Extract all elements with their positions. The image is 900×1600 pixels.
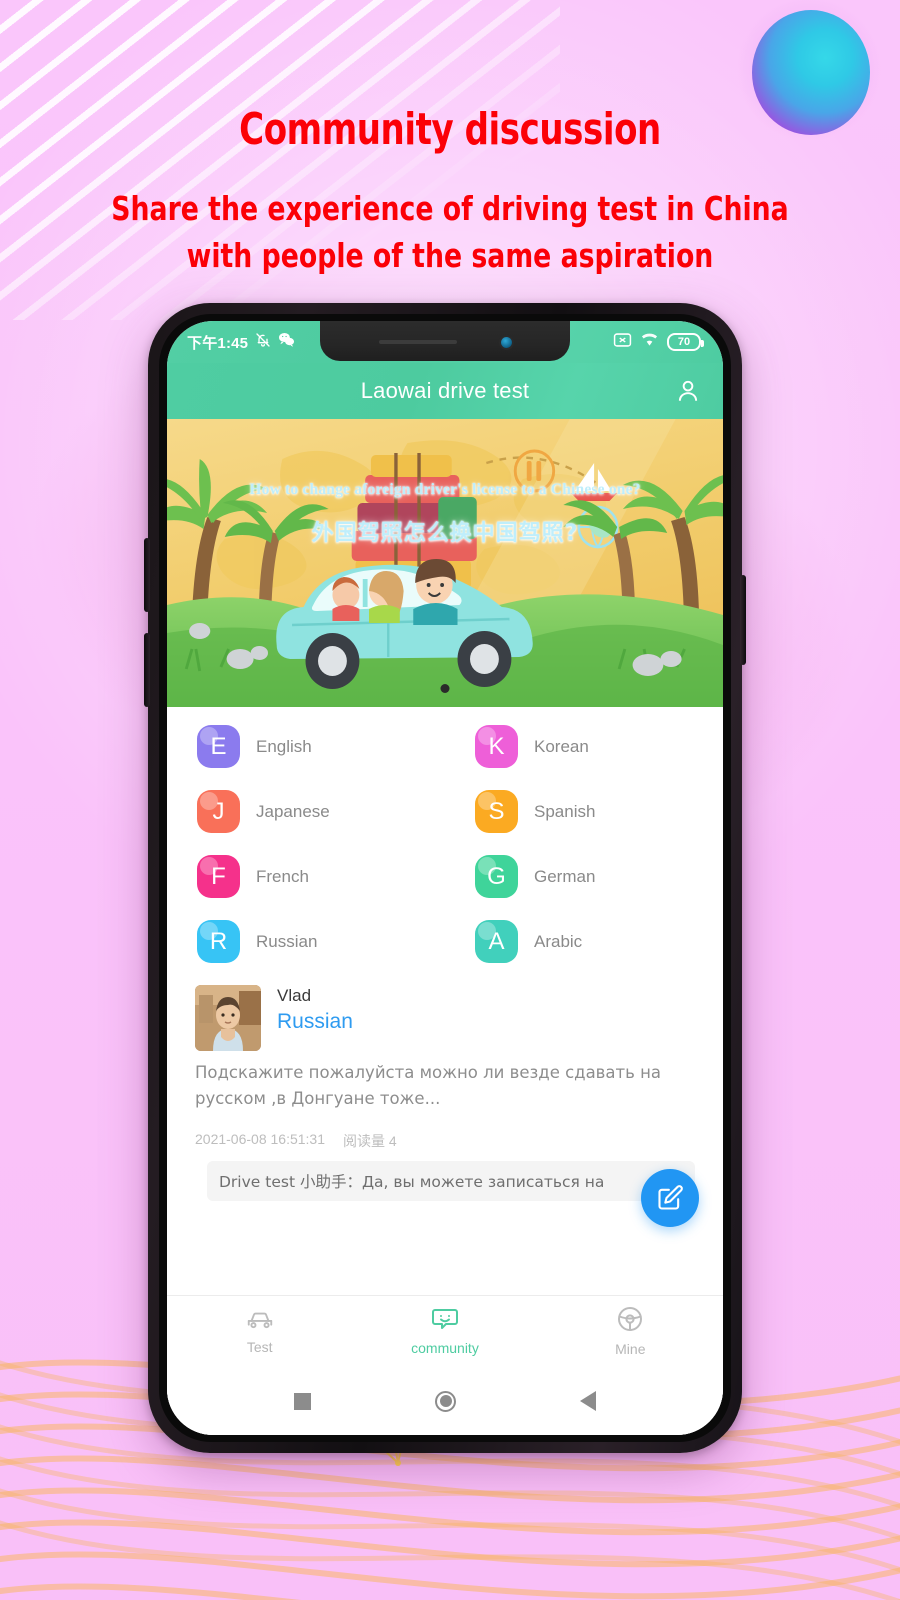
triangle-left-icon[interactable] <box>580 1391 596 1411</box>
language-icon-japanese: J <box>197 790 240 833</box>
wifi-icon <box>640 332 659 352</box>
post-card[interactable]: Vlad Russian Подскажите пожалуйста можно… <box>167 969 723 1228</box>
language-label-korean: Korean <box>534 736 589 756</box>
language-item-russian[interactable]: R Russian <box>167 920 445 963</box>
post-views: 阅读量 4 <box>343 1133 397 1150</box>
language-grid: E English K Korean J Japanese S Spanish <box>167 707 723 969</box>
battery-indicator: 70 <box>667 333 704 351</box>
person-icon[interactable] <box>675 378 701 404</box>
compose-edit-icon[interactable] <box>641 1169 699 1228</box>
language-icon-russian: R <box>197 920 240 963</box>
post-timestamp: 2021-06-08 16:51:31 <box>195 1131 325 1148</box>
wechat-icon <box>278 332 295 352</box>
post-language-tag[interactable]: Russian <box>277 1010 695 1034</box>
language-item-arabic[interactable]: A Arabic <box>445 920 723 963</box>
steering-wheel-icon <box>617 1306 643 1337</box>
language-item-spanish[interactable]: S Spanish <box>445 790 723 833</box>
language-item-german[interactable]: G German <box>445 855 723 898</box>
phone-mockup: 下午1:45 70 Laowai drive test How to chang… <box>144 303 746 1453</box>
tab-label-mine: Mine <box>615 1341 646 1357</box>
tab-label-community: community <box>411 1340 479 1356</box>
language-label-russian: Russian <box>256 931 318 951</box>
language-icon-arabic: A <box>475 920 518 963</box>
language-item-french[interactable]: F French <box>167 855 445 898</box>
language-item-korean[interactable]: K Korean <box>445 725 723 768</box>
language-icon-french: F <box>197 855 240 898</box>
circle-icon[interactable] <box>435 1390 456 1412</box>
subheadline-line-1: Share the experience of driving test in … <box>111 189 789 228</box>
post-header: Vlad Russian <box>195 985 695 1051</box>
language-label-japanese: Japanese <box>256 801 330 821</box>
avatar <box>195 985 261 1051</box>
language-icon-spanish: S <box>475 790 518 833</box>
tab-label-test: Test <box>246 1339 273 1355</box>
subheadline-line-2: with people of the same aspiration <box>186 235 714 275</box>
language-icon-english: E <box>197 725 240 768</box>
tab-community[interactable]: community <box>352 1307 537 1356</box>
post-author: Vlad <box>277 986 312 1005</box>
chat-smiley-icon <box>431 1307 459 1336</box>
front-camera <box>500 336 512 348</box>
poster-subheadline: Share the experience of driving test in … <box>45 186 855 280</box>
language-icon-korean: K <box>475 725 518 768</box>
sim-card-disabled-icon <box>613 332 632 353</box>
bottom-tab-bar: Test community Mine <box>167 1295 723 1367</box>
language-label-spanish: Spanish <box>534 801 596 821</box>
status-bar-time: 下午1:45 <box>187 334 249 352</box>
volume-up-button[interactable] <box>144 538 150 612</box>
banner-title-cn: 外国驾照怎么换中国驾照? <box>311 521 579 546</box>
post-body-text: Подскажите пожалуйста можно ли везде сда… <box>195 1063 661 1108</box>
poster-headline: Community discussion <box>239 104 661 155</box>
car-icon <box>245 1308 275 1335</box>
language-label-french: French <box>256 866 309 886</box>
status-bar-left: 下午1:45 <box>187 332 295 353</box>
earpiece-speaker <box>378 340 457 344</box>
post-reply-bubble[interactable]: Drive test 小助手：Да, вы можете записаться … <box>207 1161 695 1202</box>
promo-banner[interactable]: How to change aforeign driver's license … <box>167 419 723 707</box>
app-header: Laowai drive test <box>167 363 723 419</box>
app-title: Laowai drive test <box>360 378 530 403</box>
language-item-japanese[interactable]: J Japanese <box>167 790 445 833</box>
language-label-english: English <box>256 736 312 756</box>
language-label-german: German <box>534 866 596 886</box>
banner-illustration <box>167 419 723 707</box>
status-bar-right: 70 <box>613 332 704 353</box>
battery-level-label: 70 <box>677 336 691 348</box>
banner-title-en: How to change aforeign driver's license … <box>249 481 641 498</box>
tab-mine[interactable]: Mine <box>538 1306 723 1357</box>
phone-screen: 下午1:45 70 Laowai drive test How to chang… <box>167 321 723 1435</box>
language-item-english[interactable]: E English <box>167 725 445 768</box>
phone-notch <box>320 321 570 361</box>
post-footer: 2021-06-08 16:51:31 阅读量 4 <box>195 1131 695 1151</box>
language-label-arabic: Arabic <box>534 931 583 951</box>
banner-indicator-dot[interactable] <box>440 684 450 693</box>
volume-down-button[interactable] <box>144 633 150 707</box>
power-button[interactable] <box>740 575 746 665</box>
square-icon[interactable] <box>294 1392 311 1410</box>
android-navigation-bar <box>167 1367 723 1435</box>
bell-muted-icon <box>255 332 271 353</box>
main-content: E English K Korean J Japanese S Spanish <box>167 707 723 1435</box>
tab-test[interactable]: Test <box>167 1308 352 1355</box>
post-meta: Vlad Russian <box>277 985 695 1051</box>
language-icon-german: G <box>475 855 518 898</box>
phone-bezel: 下午1:45 70 Laowai drive test How to chang… <box>159 314 731 1442</box>
